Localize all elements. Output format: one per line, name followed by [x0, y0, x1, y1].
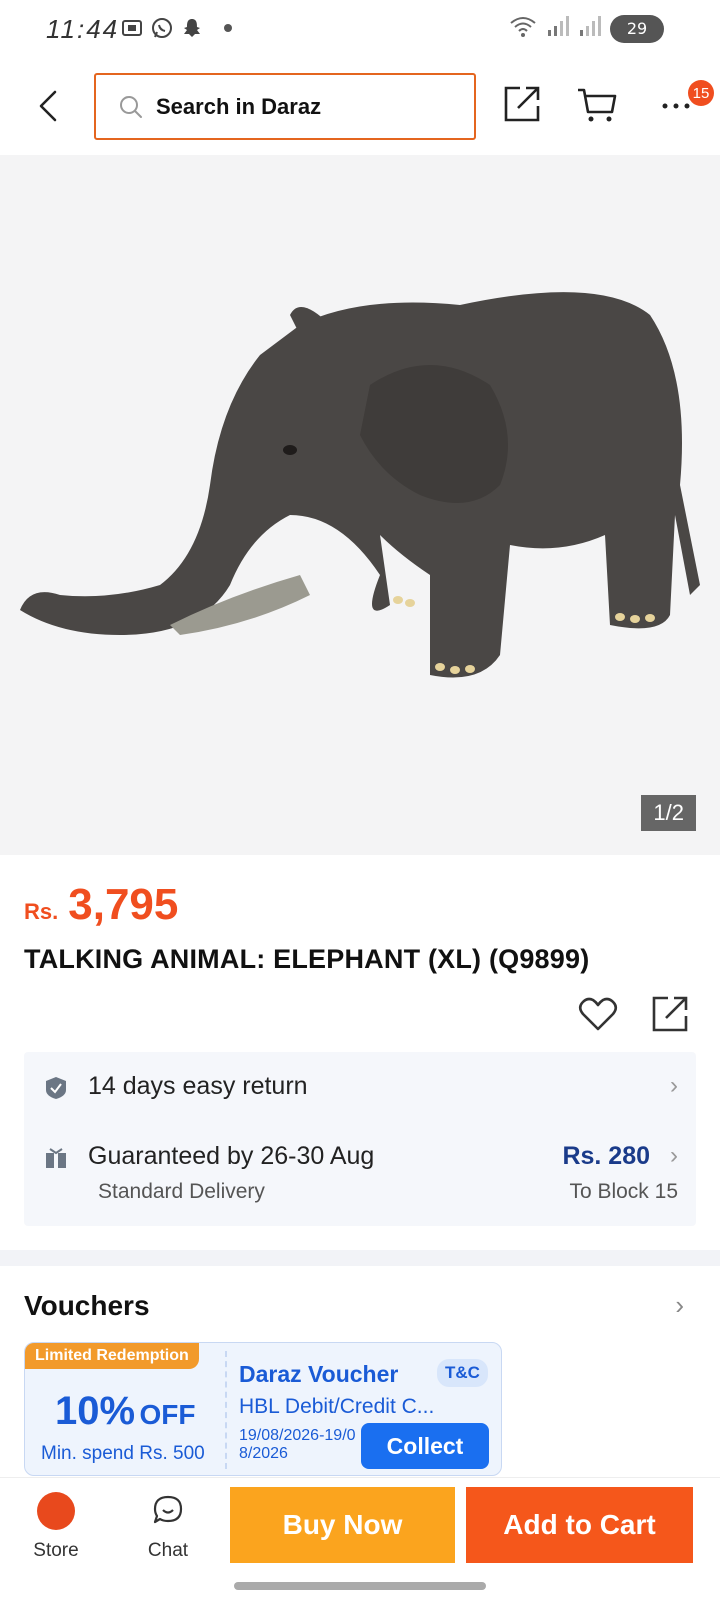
buy-now-button[interactable]: Buy Now: [230, 1487, 455, 1563]
voucher-separator: [225, 1351, 227, 1469]
delivery-destination: To Block 15: [569, 1180, 678, 1203]
service-info: 14 days easy return › Guaranteed by 26-3…: [24, 1052, 696, 1226]
whatsapp-icon: [150, 16, 174, 40]
battery-indicator: 29: [610, 14, 664, 43]
delivery-fee: Rs. 280: [562, 1142, 650, 1170]
collect-voucher-button[interactable]: Collect: [361, 1423, 489, 1469]
notification-icons: [120, 16, 232, 40]
product-price: Rs. 3,795: [24, 880, 178, 930]
chevron-right-icon: ›: [670, 1142, 678, 1169]
vouchers-heading: Vouchers: [24, 1290, 150, 1321]
price-currency: Rs.: [24, 899, 59, 924]
voucher-discount: 10% OFF: [55, 1389, 196, 1434]
voucher-name: Daraz Voucher: [239, 1361, 399, 1387]
delivery-type: Standard Delivery: [98, 1180, 265, 1203]
notification-dot: [224, 24, 232, 32]
product-image-gallery[interactable]: 1/2: [0, 155, 720, 855]
system-icons: 29: [508, 14, 664, 43]
screenshot-icon: [120, 16, 144, 40]
limited-redemption-tag: Limited Redemption: [25, 1343, 199, 1369]
chevron-left-icon: [39, 90, 57, 122]
voucher-description: HBL Debit/Credit C...: [239, 1395, 435, 1418]
chat-button[interactable]: Chat: [136, 1488, 200, 1568]
voucher-min-spend: Min. spend Rs. 500: [41, 1443, 205, 1464]
return-policy-row[interactable]: 14 days easy return ›: [24, 1052, 696, 1122]
voucher-off-word: OFF: [139, 1399, 196, 1430]
product-share-button[interactable]: [650, 994, 694, 1038]
status-bar: 11:44 29: [0, 0, 720, 60]
price-value: 3,795: [68, 880, 179, 929]
voucher-tc-button[interactable]: T&C: [437, 1359, 488, 1387]
top-bar: Search in Daraz: [0, 70, 720, 142]
snapchat-icon: [180, 16, 204, 40]
gift-box-icon: [46, 1148, 66, 1168]
voucher-discount-panel: Limited Redemption 10% OFF Min. spend Rs…: [25, 1343, 225, 1475]
search-placeholder: Search in Daraz: [156, 93, 322, 119]
notification-badge: 15: [688, 80, 714, 106]
voucher-card: Limited Redemption 10% OFF Min. spend Rs…: [24, 1342, 502, 1476]
store-button[interactable]: Store: [24, 1488, 88, 1568]
share-icon: [652, 996, 688, 1032]
vouchers-chevron-icon[interactable]: ›: [675, 1290, 684, 1321]
more-icon: [662, 103, 690, 109]
wifi-icon: [508, 14, 538, 43]
signal-icon-2: [578, 14, 602, 43]
wishlist-button[interactable]: [578, 996, 622, 1036]
chevron-right-icon: ›: [670, 1072, 678, 1099]
signal-icon: [546, 14, 570, 43]
bottom-action-bar: Store Chat Buy Now Add to Cart: [0, 1477, 720, 1600]
cart-button[interactable]: [576, 84, 620, 128]
home-indicator[interactable]: [234, 1582, 486, 1590]
status-time: 11:44: [46, 14, 120, 44]
store-logo-icon: [37, 1492, 75, 1530]
search-icon: [120, 95, 142, 118]
voucher-percent: 10%: [55, 1389, 136, 1433]
return-policy-text: 14 days easy return: [88, 1072, 308, 1100]
voucher-validity: 19/08/2026-19/08/2026: [239, 1427, 356, 1462]
store-label: Store: [33, 1540, 79, 1561]
delivery-guarantee-text: Guaranteed by 26-30 Aug: [88, 1142, 375, 1170]
image-counter: 1/2: [641, 795, 696, 831]
section-divider: [0, 1250, 720, 1266]
shield-check-icon: [46, 1077, 66, 1099]
elephant-product-image: [20, 292, 700, 678]
back-button[interactable]: [28, 84, 68, 128]
heart-icon: [578, 997, 618, 1031]
add-to-cart-button[interactable]: Add to Cart: [466, 1487, 693, 1563]
cart-icon: [578, 88, 617, 122]
delivery-row[interactable]: Guaranteed by 26-30 Aug Standard Deliver…: [24, 1122, 696, 1226]
share-button[interactable]: [502, 84, 546, 128]
share-icon: [504, 86, 540, 122]
chat-label: Chat: [147, 1540, 189, 1561]
search-input[interactable]: Search in Daraz: [94, 73, 476, 140]
chat-icon: [153, 1495, 183, 1524]
product-title: TALKING ANIMAL: ELEPHANT (XL) (Q9899): [24, 944, 590, 974]
